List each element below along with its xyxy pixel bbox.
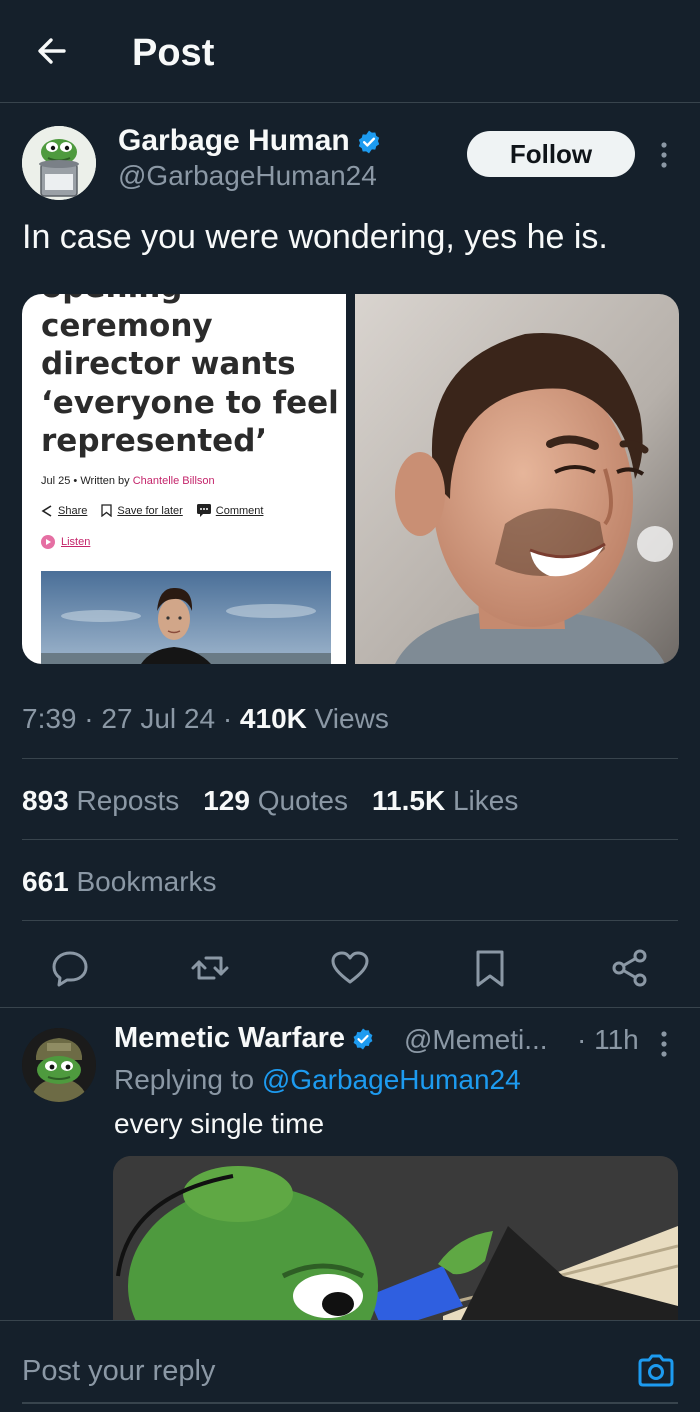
post-time: 7:39 — [22, 703, 77, 734]
verified-badge-icon — [358, 130, 379, 154]
replying-to-mention[interactable]: @GarbageHuman24 — [262, 1064, 521, 1095]
replying-to: Replying to @GarbageHuman24 — [114, 1064, 521, 1096]
share-arrow-icon — [41, 504, 52, 517]
reply-time: · 11h — [577, 1024, 639, 1055]
article-comment-label: Comment — [215, 504, 264, 517]
play-circle-icon — [41, 535, 55, 549]
article-comment: Comment — [196, 504, 264, 517]
repost-icon[interactable] — [190, 948, 230, 988]
article-date: Jul 25 — [41, 475, 71, 487]
reply-author-name-text[interactable]: Memetic Warfare — [114, 1022, 345, 1054]
heart-icon[interactable] — [330, 948, 370, 988]
article-share: Share — [41, 504, 87, 517]
timestamp-separator: · — [84, 703, 102, 734]
author-name[interactable]: Garbage Human — [118, 124, 382, 158]
quotes-label: Quotes — [257, 785, 348, 816]
reply-avatar-image — [22, 1028, 96, 1102]
more-vertical-icon[interactable] — [659, 1030, 669, 1058]
reposts-count: 893 — [22, 785, 69, 816]
reply-input-underline — [22, 1402, 678, 1404]
bookmark-icon[interactable] — [470, 948, 510, 988]
views-separator: · — [222, 703, 240, 734]
reply-media[interactable] — [113, 1156, 678, 1336]
article-share-label: Share — [58, 504, 88, 517]
bookmarks-label: Bookmarks — [76, 866, 217, 897]
reply-author-name[interactable]: Memetic Warfare — [114, 1022, 375, 1055]
article-save-label: Save for later — [117, 504, 183, 517]
reply-composer — [0, 1320, 700, 1412]
avatar-image — [22, 126, 96, 200]
quotes-count: 129 — [203, 785, 250, 816]
bookmarks-count: 661 — [22, 866, 69, 897]
views-count: 410K — [239, 703, 307, 734]
divider — [22, 839, 678, 840]
article-actions: Share Save for later Comment — [41, 504, 263, 517]
article-headline-main: ceremony director wants ‘everyone to fee… — [41, 307, 339, 460]
comment-bubble-icon — [196, 504, 211, 517]
divider — [22, 920, 678, 921]
more-vertical-icon[interactable] — [659, 141, 669, 169]
article-photo — [41, 571, 331, 664]
reply-text: every single time — [114, 1108, 325, 1139]
likes-stat[interactable]: 11.5K Likes — [372, 785, 518, 817]
reply-author-handle[interactable]: @Memeti... — [404, 1024, 548, 1056]
reply-avatar[interactable] — [22, 1028, 96, 1102]
share-icon[interactable] — [610, 948, 650, 988]
follow-button[interactable]: Follow — [467, 131, 635, 177]
verified-badge-icon — [353, 1028, 373, 1050]
camera-icon[interactable] — [636, 1351, 676, 1391]
post-media[interactable]: opening ceremony director wants ‘everyon… — [22, 294, 679, 664]
article-headline-top: opening — [41, 294, 341, 307]
article-listen: Listen — [41, 535, 90, 549]
avatar[interactable] — [22, 126, 96, 200]
portrait-photo — [355, 294, 679, 664]
article-byline: Jul 25 • Written by Chantelle Billson — [41, 475, 215, 487]
reposts-stat[interactable]: 893 Reposts — [22, 785, 179, 817]
article-author: Chantelle Billson — [132, 475, 215, 487]
likes-label: Likes — [452, 785, 519, 816]
article-written-by: Written by — [80, 475, 130, 487]
reply-input[interactable] — [22, 1351, 602, 1391]
post-timestamp: 7:39 · 27 Jul 24 · 410K Views — [22, 703, 389, 735]
post-actions — [0, 942, 700, 1008]
article-screenshot[interactable]: opening ceremony director wants ‘everyon… — [22, 294, 346, 664]
quotes-stat[interactable]: 129 Quotes — [203, 785, 348, 817]
views-label: Views — [314, 703, 389, 734]
author-handle[interactable]: @GarbageHuman24 — [118, 160, 377, 192]
arrow-left-icon[interactable] — [34, 33, 70, 69]
likes-count: 11.5K — [372, 785, 446, 816]
divider — [22, 758, 678, 759]
post-date: 27 Jul 24 — [101, 703, 216, 734]
article-save: Save for later — [101, 504, 183, 517]
article-headline: opening ceremony director wants ‘everyon… — [41, 294, 341, 461]
reposts-label: Reposts — [76, 785, 180, 816]
bookmarks-stats: 661 Bookmarks — [22, 866, 217, 898]
top-bar: Post — [0, 0, 700, 103]
page-title: Post — [132, 32, 215, 74]
bookmarks-stat[interactable]: 661 Bookmarks — [22, 866, 217, 898]
article-listen-label: Listen — [61, 536, 91, 548]
bookmark-outline-icon — [101, 504, 113, 517]
reply-icon[interactable] — [50, 948, 90, 988]
replying-to-prefix: Replying to — [114, 1064, 255, 1095]
author-name-text[interactable]: Garbage Human — [118, 124, 350, 157]
engagement-stats: 893 Reposts 129 Quotes 11.5K Likes — [22, 785, 518, 817]
meme-image — [113, 1156, 678, 1336]
post-text: In case you were wondering, yes he is. — [22, 218, 608, 256]
